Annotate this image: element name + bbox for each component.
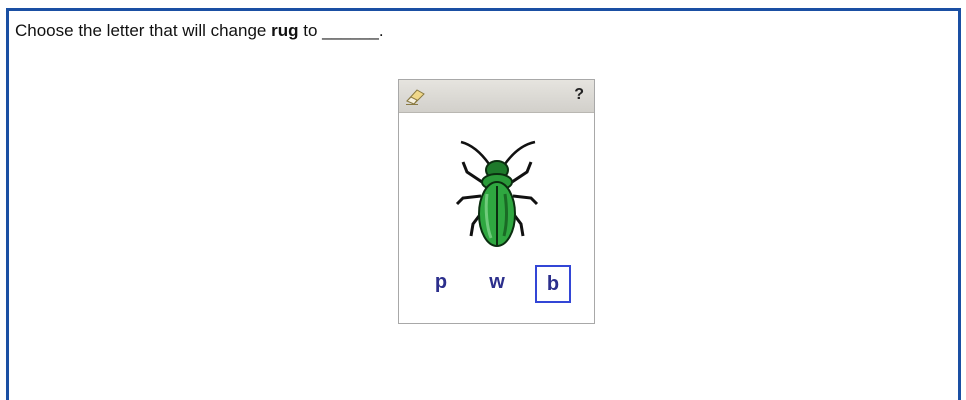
letter-choices: p w b [399, 265, 594, 305]
question-suffix: to ______. [298, 21, 384, 40]
widget-toolbar: ? [399, 80, 594, 113]
choice-b[interactable]: b [535, 265, 571, 303]
beetle-icon [449, 132, 545, 252]
question-prefix: Choose the letter that will change [15, 21, 272, 40]
question-text: Choose the letter that will change rug t… [15, 21, 384, 41]
question-word: rug [271, 21, 299, 40]
choice-w[interactable]: w [479, 265, 515, 303]
choice-p[interactable]: p [423, 265, 459, 303]
eraser-icon[interactable] [404, 86, 428, 106]
letter-choice-widget: ? p w b [398, 79, 595, 324]
help-button[interactable]: ? [574, 86, 584, 104]
question-frame: Choose the letter that will change rug t… [6, 8, 961, 400]
